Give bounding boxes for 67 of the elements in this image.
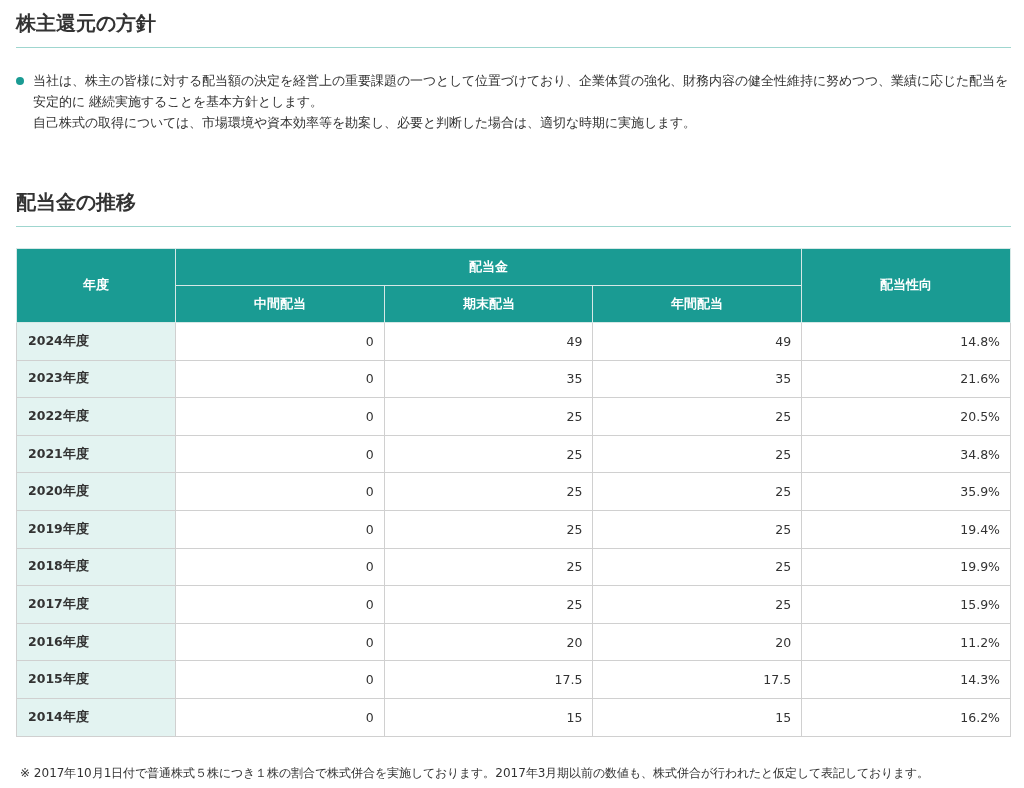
row-header: 2014年度 bbox=[16, 698, 176, 737]
table-cell: 25 bbox=[592, 548, 802, 586]
row-header: 2021年度 bbox=[16, 435, 176, 473]
table-cell: 49 bbox=[384, 322, 593, 361]
table-cell: 25 bbox=[592, 510, 802, 549]
table-cell: 0 bbox=[175, 585, 385, 624]
table-cell: 25 bbox=[384, 397, 593, 436]
row-header: 2022年度 bbox=[16, 397, 176, 436]
table-cell: 0 bbox=[175, 360, 385, 398]
bullet-icon bbox=[16, 77, 24, 85]
table-cell: 19.4% bbox=[801, 510, 1011, 549]
column-header: 期末配当 bbox=[384, 285, 593, 323]
table-cell: 0 bbox=[175, 397, 385, 436]
table-cell: 17.5 bbox=[384, 660, 593, 699]
table-cell: 25 bbox=[384, 510, 593, 549]
table-cell: 25 bbox=[384, 435, 593, 473]
table-cell: 16.2% bbox=[801, 698, 1011, 737]
table-cell: 25 bbox=[592, 397, 802, 436]
table-cell: 14.3% bbox=[801, 660, 1011, 699]
column-header: 中間配当 bbox=[175, 285, 385, 323]
policy-text: 自己株式の取得については、市場環境や資本効率等を勘案し、必要と判断した場合は、適切な時期に実施します。 bbox=[33, 114, 697, 132]
row-header: 2016年度 bbox=[16, 623, 176, 661]
table-cell: 0 bbox=[175, 698, 385, 737]
table-cell: 20.5% bbox=[801, 397, 1011, 436]
table-cell: 21.6% bbox=[801, 360, 1011, 398]
column-header: 年間配当 bbox=[592, 285, 802, 323]
table-cell: 0 bbox=[175, 510, 385, 549]
table-cell: 14.8% bbox=[801, 322, 1011, 361]
column-header: 配当性向 bbox=[801, 248, 1011, 323]
policy-text: 当社は、株主の皆様に対する配当額の決定を経営上の重要課題の一つとして位置づけており、企業体質の強化、財務内容の健全性維持に努めつつ、業績に応じた配当を安定的に 継続実施することを基本方針とします。 bbox=[33, 72, 1009, 111]
table-cell: 0 bbox=[175, 623, 385, 661]
row-header: 2018年度 bbox=[16, 548, 176, 586]
table-cell: 34.8% bbox=[801, 435, 1011, 473]
table-cell: 25 bbox=[384, 472, 593, 511]
table-cell: 35.9% bbox=[801, 472, 1011, 511]
row-header: 2019年度 bbox=[16, 510, 176, 549]
section-title: 株主還元の方針 bbox=[16, 10, 1011, 48]
table-cell: 11.2% bbox=[801, 623, 1011, 661]
table-cell: 25 bbox=[384, 548, 593, 586]
row-header: 2020年度 bbox=[16, 472, 176, 511]
table-cell: 17.5 bbox=[592, 660, 802, 699]
row-header: 2024年度 bbox=[16, 322, 176, 361]
table-cell: 19.9% bbox=[801, 548, 1011, 586]
column-header: 年度 bbox=[16, 248, 176, 323]
row-header: 2023年度 bbox=[16, 360, 176, 398]
table-cell: 20 bbox=[384, 623, 593, 661]
row-header: 2017年度 bbox=[16, 585, 176, 624]
table-cell: 35 bbox=[384, 360, 593, 398]
row-header: 2015年度 bbox=[16, 660, 176, 699]
table-cell: 0 bbox=[175, 435, 385, 473]
footnote: ※ 2017年10月1日付で普通株式５株につき１株の割合で株式併合を実施しております。2017年3月期以前の数値も、株式併合が行われたと仮定して表記しております。 bbox=[20, 764, 931, 782]
table-cell: 15 bbox=[384, 698, 593, 737]
table-cell: 25 bbox=[384, 585, 593, 624]
table-cell: 49 bbox=[592, 322, 802, 361]
table-cell: 0 bbox=[175, 472, 385, 511]
table-cell: 15.9% bbox=[801, 585, 1011, 624]
table-cell: 35 bbox=[592, 360, 802, 398]
table-cell: 25 bbox=[592, 472, 802, 511]
section-title: 配当金の推移 bbox=[16, 189, 1011, 227]
column-header: 配当金 bbox=[175, 248, 802, 286]
table-cell: 0 bbox=[175, 548, 385, 586]
table-cell: 25 bbox=[592, 435, 802, 473]
table-cell: 25 bbox=[592, 585, 802, 624]
table-cell: 15 bbox=[592, 698, 802, 737]
table-cell: 20 bbox=[592, 623, 802, 661]
table-cell: 0 bbox=[175, 322, 385, 361]
table-cell: 0 bbox=[175, 660, 385, 699]
